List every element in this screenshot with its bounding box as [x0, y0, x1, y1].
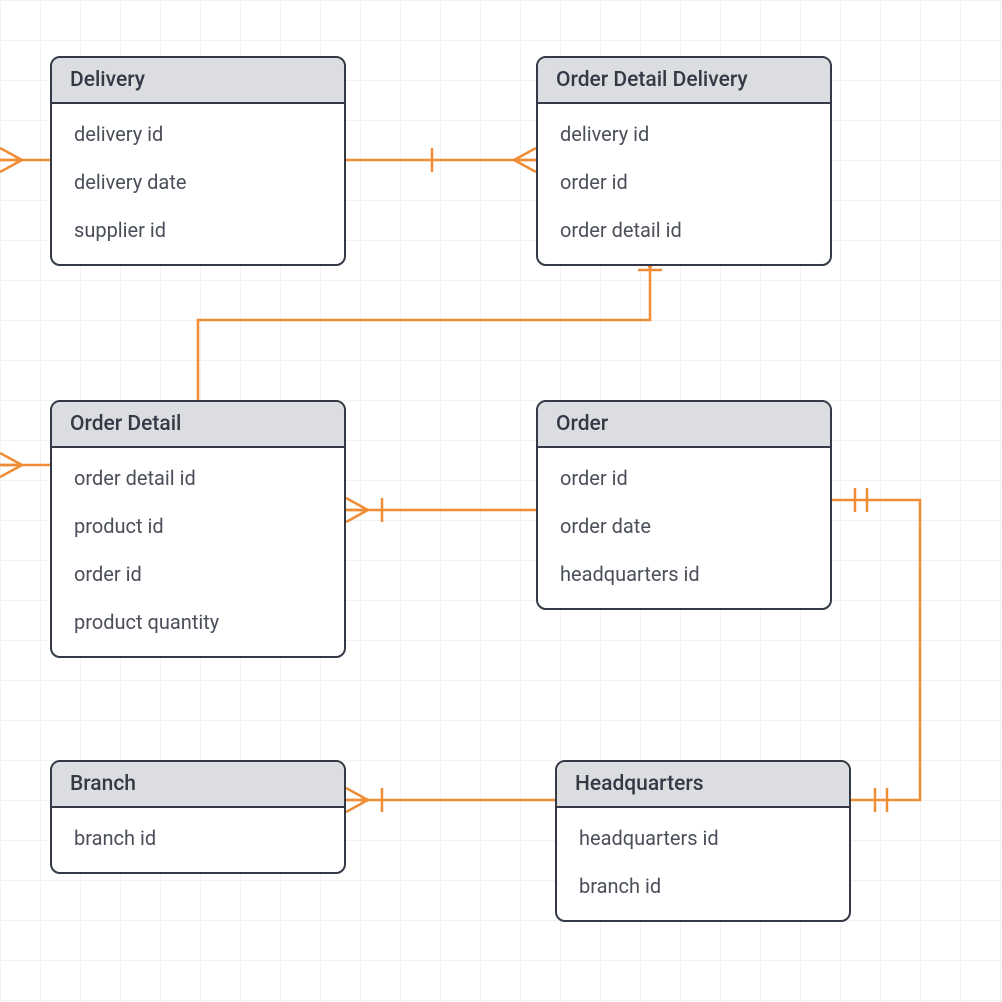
- entity-delivery-body: delivery id delivery date supplier id: [52, 104, 344, 264]
- entity-order-body: order id order date headquarters id: [538, 448, 830, 608]
- attr: order id: [538, 158, 830, 206]
- attr: supplier id: [52, 206, 344, 254]
- rel-odd-to-orderdetail: [198, 246, 650, 400]
- entity-order[interactable]: Order order id order date headquarters i…: [536, 400, 832, 610]
- attr: delivery date: [52, 158, 344, 206]
- entity-order-detail-delivery[interactable]: Order Detail Delivery delivery id order …: [536, 56, 832, 266]
- attr: branch id: [52, 814, 344, 862]
- attr: order id: [538, 454, 830, 502]
- entity-order-title: Order: [538, 402, 830, 448]
- entity-hq-title: Headquarters: [557, 762, 849, 808]
- entity-order-detail-body: order detail id product id order id prod…: [52, 448, 344, 656]
- entity-delivery-title: Delivery: [52, 58, 344, 104]
- entity-order-detail-title: Order Detail: [52, 402, 344, 448]
- entity-odd-title: Order Detail Delivery: [538, 58, 830, 104]
- entity-order-detail[interactable]: Order Detail order detail id product id …: [50, 400, 346, 658]
- attr: order date: [538, 502, 830, 550]
- entity-branch-title: Branch: [52, 762, 344, 808]
- entity-delivery[interactable]: Delivery delivery id delivery date suppl…: [50, 56, 346, 266]
- crowfoot-odd-left: [514, 148, 536, 172]
- attr: product id: [52, 502, 344, 550]
- attr: order detail id: [538, 206, 830, 254]
- crowfoot-orderdetail-offleft: [0, 453, 22, 477]
- attr: delivery id: [538, 110, 830, 158]
- attr: branch id: [557, 862, 849, 910]
- entity-odd-body: delivery id order id order detail id: [538, 104, 830, 264]
- entity-hq-body: headquarters id branch id: [557, 808, 849, 920]
- rel-order-to-hq: [832, 500, 920, 800]
- crowfoot-orderdetail-right: [346, 498, 368, 522]
- entity-headquarters[interactable]: Headquarters headquarters id branch id: [555, 760, 851, 922]
- attr: headquarters id: [557, 814, 849, 862]
- attr: headquarters id: [538, 550, 830, 598]
- attr: product quantity: [52, 598, 344, 646]
- crowfoot-delivery-offleft: [0, 148, 22, 172]
- attr: order detail id: [52, 454, 344, 502]
- attr: order id: [52, 550, 344, 598]
- crowfoot-branch-right: [346, 788, 368, 812]
- entity-branch-body: branch id: [52, 808, 344, 872]
- attr: delivery id: [52, 110, 344, 158]
- entity-branch[interactable]: Branch branch id: [50, 760, 346, 874]
